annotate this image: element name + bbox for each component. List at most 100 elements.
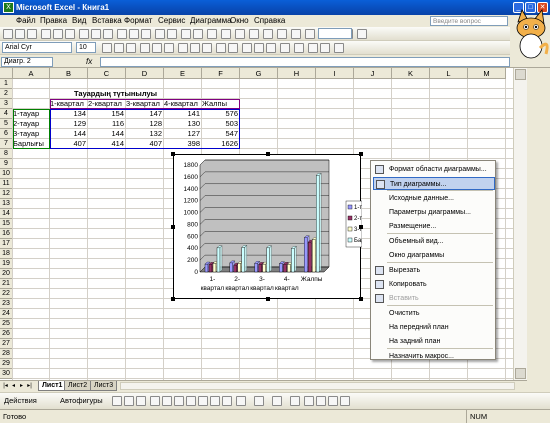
context-menu-item[interactable]: Окно диаграммы xyxy=(373,249,495,262)
column-header[interactable]: G xyxy=(240,68,278,79)
context-menu-item[interactable]: Формат области диаграммы... xyxy=(373,163,495,176)
fx-icon[interactable]: fx xyxy=(86,57,92,66)
menu-2[interactable]: Вид xyxy=(72,15,86,27)
context-menu-item[interactable]: Назначить макрос... xyxy=(373,350,495,363)
format-button-icon[interactable] xyxy=(320,43,330,53)
format-button-icon[interactable] xyxy=(294,43,304,53)
office-assistant-cat[interactable] xyxy=(510,8,550,60)
toolbar-button-icon[interactable] xyxy=(207,29,217,39)
drawing-tool-icon[interactable] xyxy=(304,396,314,406)
column-header[interactable]: D xyxy=(126,68,164,79)
drawing-tool-icon[interactable] xyxy=(290,396,300,406)
toolbar-button-icon[interactable] xyxy=(53,29,63,39)
resize-handle[interactable] xyxy=(359,225,363,229)
toolbar-button-icon[interactable] xyxy=(221,29,231,39)
format-button-icon[interactable] xyxy=(334,43,344,53)
context-menu-item[interactable]: Исходные данные... xyxy=(373,192,495,205)
drawing-tool-icon[interactable] xyxy=(162,396,172,406)
toolbar-button-icon[interactable] xyxy=(129,29,139,39)
menu-3[interactable]: Вставка xyxy=(92,15,122,27)
toolbar-button-icon[interactable] xyxy=(277,29,287,39)
column-header[interactable]: M xyxy=(468,68,506,79)
format-button-icon[interactable] xyxy=(164,43,174,53)
excel-icon[interactable]: X xyxy=(3,2,14,13)
toolbar-button-icon[interactable] xyxy=(79,29,89,39)
drawing-tool-icon[interactable] xyxy=(198,396,208,406)
vertical-scrollbar[interactable] xyxy=(513,68,527,380)
horizontal-scrollbar[interactable] xyxy=(120,382,515,390)
format-button-icon[interactable] xyxy=(102,43,112,53)
context-menu-item[interactable]: Копировать xyxy=(373,278,495,291)
context-menu-item[interactable]: Параметры диаграммы... xyxy=(373,206,495,219)
column-header[interactable]: J xyxy=(354,68,392,79)
format-button-icon[interactable] xyxy=(254,43,264,53)
column-header[interactable]: C xyxy=(88,68,126,79)
format-button-icon[interactable] xyxy=(178,43,188,53)
format-button-icon[interactable] xyxy=(114,43,124,53)
drawing-tool-icon[interactable] xyxy=(236,396,246,406)
drawing-tool-icon[interactable] xyxy=(316,396,326,406)
column-header[interactable]: L xyxy=(430,68,468,79)
zoom-select[interactable] xyxy=(318,28,352,39)
toolbar-button-icon[interactable] xyxy=(15,29,25,39)
context-menu-item[interactable]: Тип диаграммы... xyxy=(373,177,495,190)
toolbar-button-icon[interactable] xyxy=(167,29,177,39)
menu-8[interactable]: Справка xyxy=(254,15,285,27)
toolbar-button-icon[interactable] xyxy=(235,29,245,39)
resize-handle[interactable] xyxy=(171,152,175,156)
format-button-icon[interactable] xyxy=(140,43,150,53)
toolbar-button-icon[interactable] xyxy=(291,29,301,39)
tab-prev-icon[interactable]: ◂ xyxy=(10,382,17,390)
column-header[interactable]: I xyxy=(316,68,354,79)
tab-last-icon[interactable]: ▸| xyxy=(26,382,33,390)
column-header[interactable]: F xyxy=(202,68,240,79)
toolbar-button-icon[interactable] xyxy=(155,29,165,39)
menu-0[interactable]: Файл xyxy=(16,15,36,27)
column-header[interactable]: A xyxy=(13,68,50,79)
format-button-icon[interactable] xyxy=(126,43,136,53)
toolbar-button-icon[interactable] xyxy=(27,29,37,39)
drawing-tool-icon[interactable] xyxy=(210,396,220,406)
name-box[interactable]: Диагр. 2 xyxy=(1,57,53,67)
tab-first-icon[interactable]: |◂ xyxy=(2,382,9,390)
toolbar-button-icon[interactable] xyxy=(41,29,51,39)
drawing-tool-icon[interactable] xyxy=(254,396,264,406)
toolbar-button-icon[interactable] xyxy=(263,29,273,39)
sheet-tab[interactable]: Лист1 xyxy=(38,381,67,391)
format-button-icon[interactable] xyxy=(152,43,162,53)
menu-6[interactable]: Диаграмма xyxy=(190,15,232,27)
format-button-icon[interactable] xyxy=(216,43,226,53)
sheet-tab[interactable]: Лист3 xyxy=(90,381,118,391)
format-button-icon[interactable] xyxy=(202,43,212,53)
sheet-tab[interactable]: Лист2 xyxy=(64,381,92,391)
column-header[interactable]: B xyxy=(50,68,88,79)
context-menu-item[interactable]: Размещение... xyxy=(373,220,495,233)
format-button-icon[interactable] xyxy=(280,43,290,53)
context-menu-item[interactable]: Вырезать xyxy=(373,264,495,277)
resize-handle[interactable] xyxy=(266,297,270,301)
toolbar-button-icon[interactable] xyxy=(357,29,367,39)
toolbar-button-icon[interactable] xyxy=(103,29,113,39)
context-menu-item[interactable]: Вставить xyxy=(373,292,495,305)
font-size-select[interactable]: 10 xyxy=(76,42,96,53)
drawing-tool-icon[interactable] xyxy=(124,396,134,406)
toolbar-button-icon[interactable] xyxy=(181,29,191,39)
context-menu-item[interactable]: На передний план xyxy=(373,321,495,334)
select-all-corner[interactable] xyxy=(0,68,13,79)
toolbar-button-icon[interactable] xyxy=(305,29,315,39)
drawing-tool-icon[interactable] xyxy=(186,396,196,406)
resize-handle[interactable] xyxy=(359,297,363,301)
menu-5[interactable]: Сервис xyxy=(158,15,185,27)
toolbar-button-icon[interactable] xyxy=(3,29,13,39)
context-menu-item[interactable]: Объемный вид... xyxy=(373,235,495,248)
chart-object[interactable]: 0 200 400 600 800 1000 1200 1400 1600 1800 1- 2- 3- 4… xyxy=(171,152,366,301)
column-header[interactable]: H xyxy=(278,68,316,79)
scroll-up-icon[interactable] xyxy=(515,69,526,80)
drawing-tool-icon[interactable] xyxy=(150,396,160,406)
context-menu-item[interactable]: На задний план xyxy=(373,335,495,348)
formula-input[interactable] xyxy=(100,57,510,67)
tab-next-icon[interactable]: ▸ xyxy=(18,382,25,390)
autoshapes-menu[interactable]: Автофигуры xyxy=(60,396,103,405)
format-button-icon[interactable] xyxy=(190,43,200,53)
drawing-tool-icon[interactable] xyxy=(272,396,282,406)
